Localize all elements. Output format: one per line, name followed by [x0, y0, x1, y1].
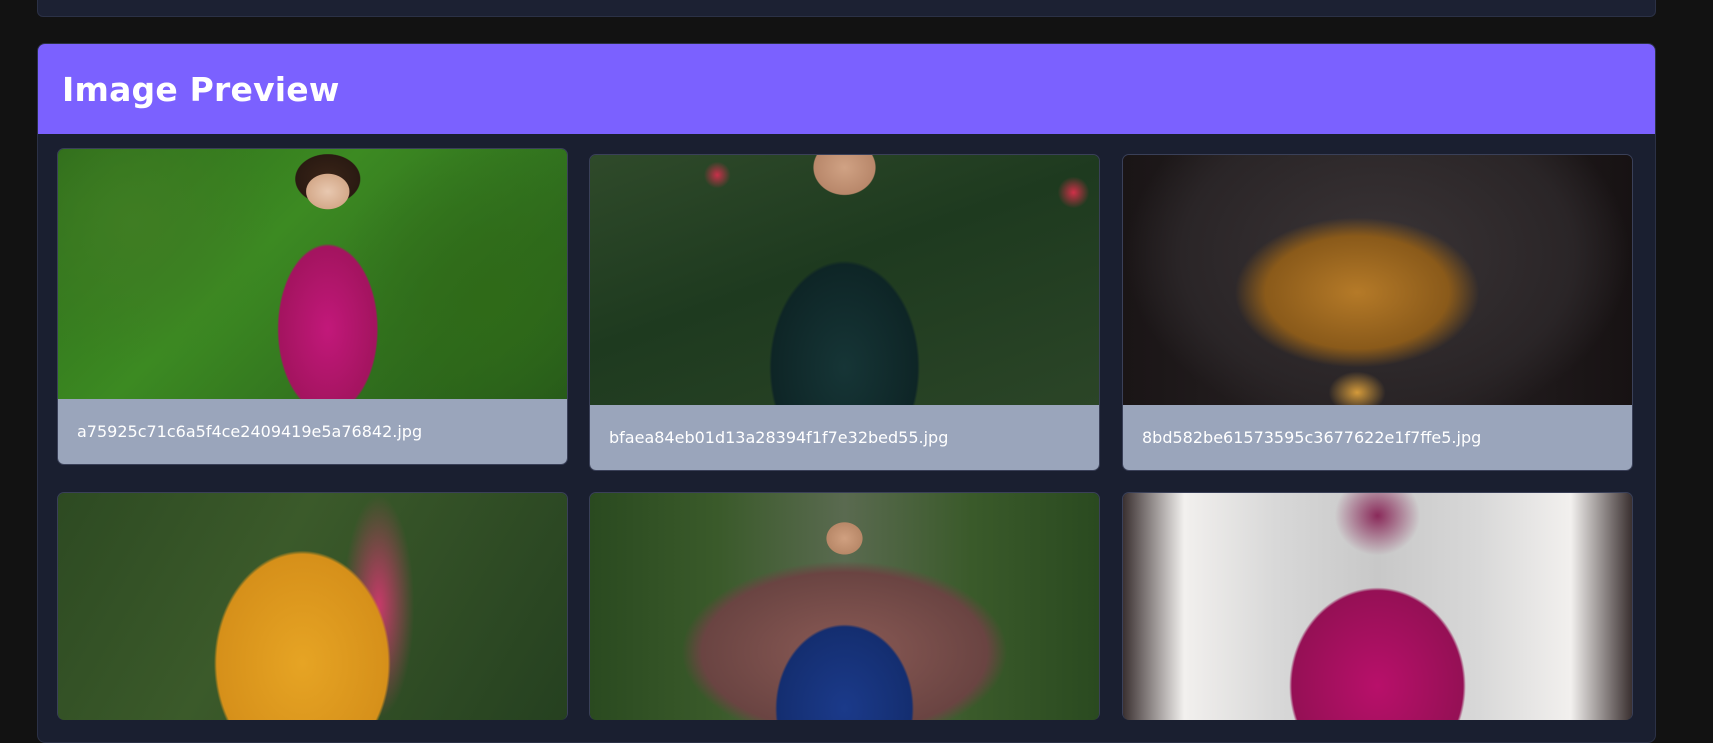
image-card[interactable]: a75925c71c6a5f4ce2409419e5a76842.jpg — [57, 148, 568, 465]
image-card[interactable] — [1122, 492, 1633, 720]
image-thumbnail[interactable] — [58, 149, 567, 399]
image-card[interactable]: bfaea84eb01d13a28394f1f7e32bed55.jpg — [589, 154, 1100, 471]
image-filename: bfaea84eb01d13a28394f1f7e32bed55.jpg — [590, 405, 1099, 470]
image-preview-header: Image Preview — [38, 44, 1655, 134]
image-thumbnail[interactable] — [590, 493, 1099, 720]
image-filename: 8bd582be61573595c3677622e1f7ffe5.jpg — [1123, 405, 1632, 470]
image-filename: a75925c71c6a5f4ce2409419e5a76842.jpg — [58, 399, 567, 464]
top-panel — [37, 0, 1656, 17]
image-card[interactable]: 8bd582be61573595c3677622e1f7ffe5.jpg — [1122, 154, 1633, 471]
image-preview-title: Image Preview — [62, 69, 340, 109]
image-card[interactable] — [57, 492, 568, 720]
image-thumbnail[interactable] — [58, 493, 567, 720]
image-thumbnail[interactable] — [1123, 493, 1632, 720]
image-thumbnail[interactable] — [590, 155, 1099, 405]
image-card[interactable] — [589, 492, 1100, 720]
image-thumbnail[interactable] — [1123, 155, 1632, 405]
